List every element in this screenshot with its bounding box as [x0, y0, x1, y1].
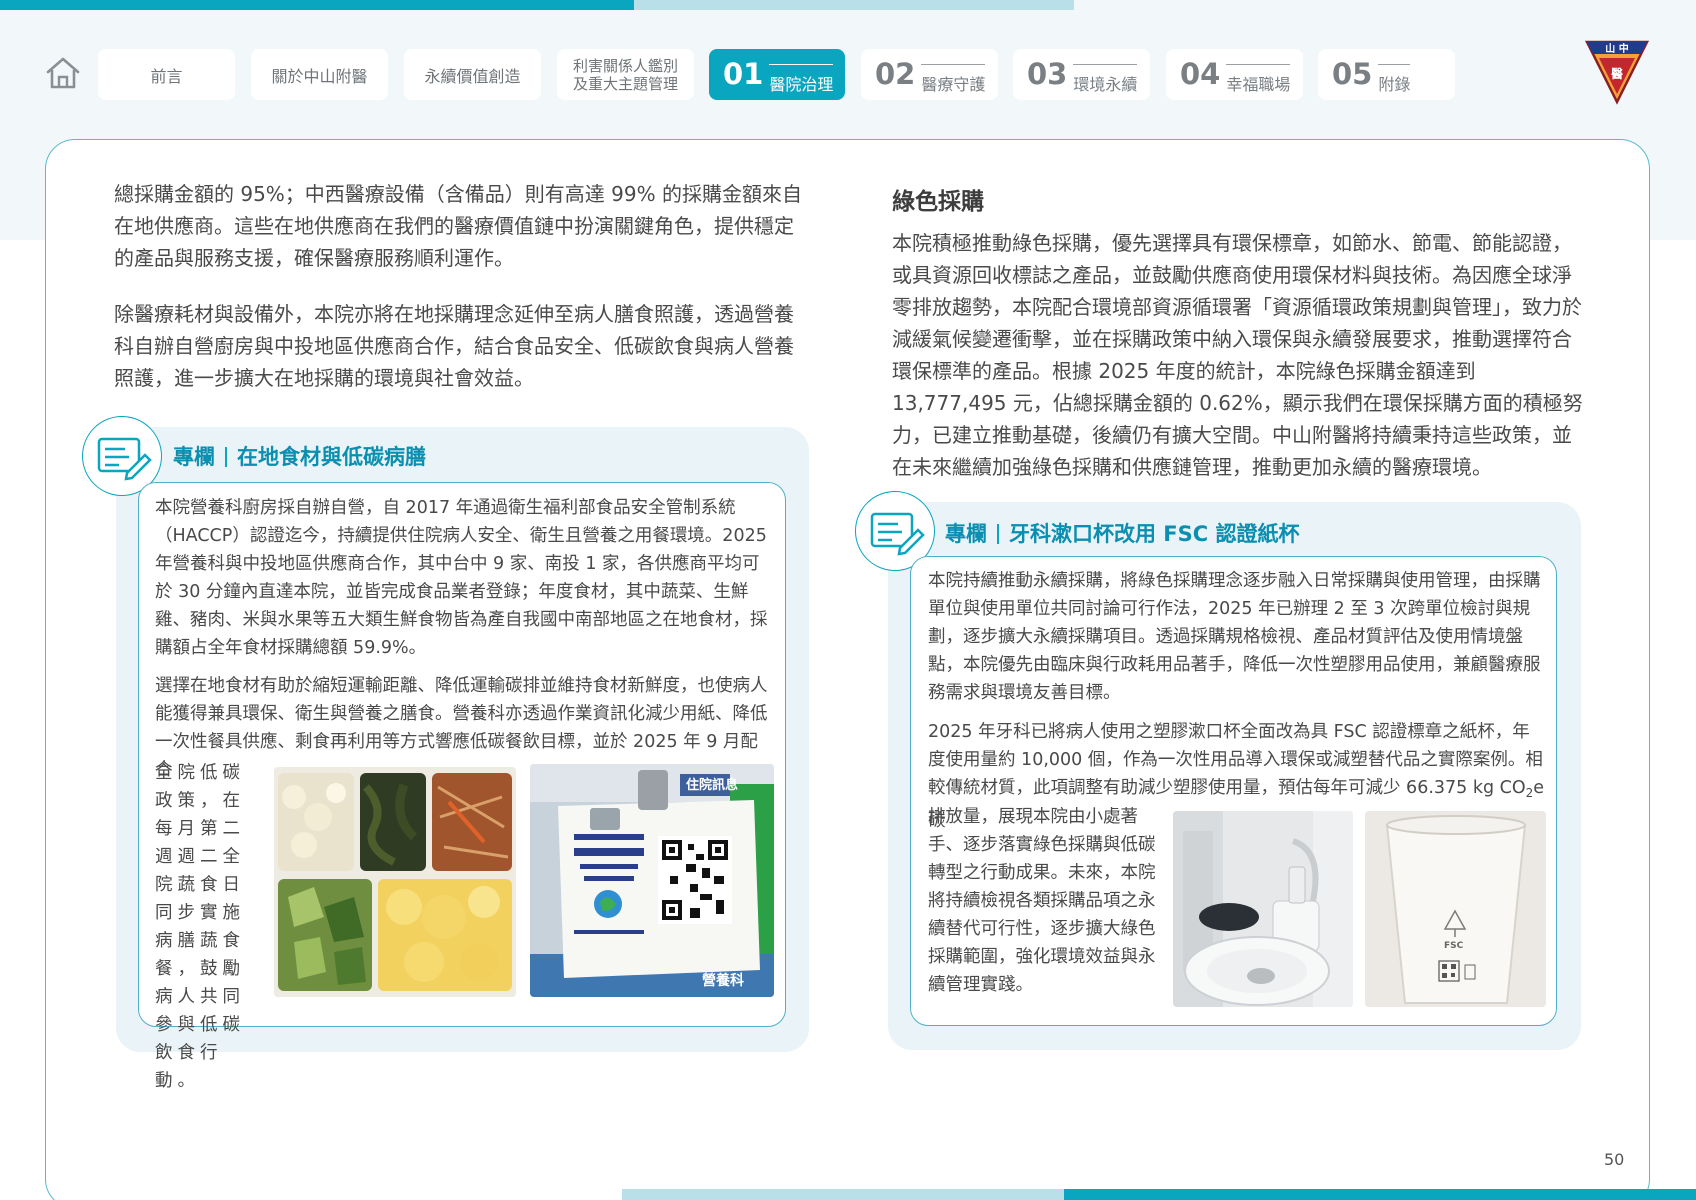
- tab-number: 03: [1027, 57, 1068, 91]
- fsc-label: FSC: [1444, 941, 1464, 951]
- tab-number: 05: [1332, 57, 1373, 91]
- meal-tray-image: [274, 767, 516, 997]
- right-paragraph-1: 本院積極推動綠色採購，優先選擇具有環保標章，如節水、節電、節能認證，或具資源回收…: [892, 231, 1583, 479]
- column-paragraph-2-continued: 全院低碳政策，在每月第二週週二全院蔬食日同步實施病膳蔬食餐，鼓勵病人共同參與低碳…: [155, 763, 245, 1091]
- paper-cup-image: [1365, 811, 1546, 1007]
- column-label: 專欄: [173, 445, 215, 469]
- section-title-green-procurement: 綠色採購: [892, 189, 984, 215]
- left-paragraph-2: 除醫療耗材與設備外，本院亦將在地採購理念延伸至病人膳食照護，透過營養科自辦自營廚…: [114, 302, 794, 390]
- top-accent-bar-light: [634, 0, 1074, 10]
- dental-unit-image: [1173, 811, 1353, 1007]
- page-number: 50: [1604, 1150, 1625, 1169]
- bottom-accent-bar: [1064, 1189, 1696, 1200]
- photo-vegetarian-meal: [274, 767, 516, 997]
- column-title: 在地食材與低碳病膳: [237, 445, 426, 469]
- poster-image: [530, 764, 774, 997]
- photo-low-carbon-poster: 住院訊息 營養科: [530, 764, 774, 997]
- tab-environment[interactable]: 03 環境永續: [1013, 49, 1150, 100]
- tab-label: 關於中山附醫: [271, 66, 368, 86]
- hospital-logo[interactable]: 山 中 醫: [1584, 36, 1650, 106]
- tab-medical-care[interactable]: 02 醫療守護: [861, 49, 998, 100]
- tab-preface[interactable]: 前言: [98, 49, 235, 100]
- poster-sign-text: 住院訊息: [686, 778, 739, 793]
- tab-label: 利害關係人鑑別 及重大主題管理: [572, 56, 678, 93]
- bottom-accent-bar-light: [622, 1189, 1064, 1200]
- svg-text:醫: 醫: [1611, 67, 1623, 81]
- tab-about[interactable]: 關於中山附醫: [251, 49, 388, 100]
- heading-separator: [997, 524, 999, 544]
- column-heading: 專欄 在地食材與低碳病膳: [173, 441, 426, 471]
- photo-fsc-paper-cup: FSC: [1365, 811, 1546, 1007]
- column-paragraph-1: 本院營養科廚房採自辦自營，自 2017 年通過衛生福利部食品安全管制系統（HAC…: [155, 498, 768, 658]
- tab-value-creation[interactable]: 永續價值創造: [404, 49, 541, 100]
- heading-separator: [225, 447, 227, 467]
- tab-label: 前言: [150, 66, 183, 86]
- tab-label: 醫療守護: [921, 64, 986, 95]
- tab-number: 02: [875, 57, 916, 91]
- column-title: 牙科漱口杯改用 FSC 認證紙杯: [1009, 522, 1300, 546]
- column-label: 專欄: [945, 522, 987, 546]
- tab-governance[interactable]: 01 醫院治理: [709, 49, 845, 100]
- column-paragraph-3: 排放量，展現本院由小處著手、逐步落實綠色採購與低碳轉型之行動成果。未來，本院將持…: [928, 807, 1156, 995]
- tab-appendix[interactable]: 05 附錄: [1318, 49, 1455, 100]
- tab-label: 幸福職場: [1226, 64, 1291, 95]
- left-paragraph-1: 總採購金額的 95%；中西醫療設備（含備品）則有高達 99% 的採購金額來自在地…: [114, 182, 802, 270]
- poster-dept-label: 營養科: [702, 973, 744, 989]
- tab-label: 醫院治理: [769, 64, 834, 95]
- tab-number: 01: [723, 57, 764, 91]
- home-icon[interactable]: [44, 54, 82, 92]
- tab-label: 永續價值創造: [424, 66, 521, 86]
- tab-stakeholders[interactable]: 利害關係人鑑別 及重大主題管理: [557, 49, 694, 100]
- tab-label: 附錄: [1378, 64, 1411, 95]
- tab-workplace[interactable]: 04 幸福職場: [1166, 49, 1303, 100]
- svg-text:山 中: 山 中: [1605, 42, 1628, 55]
- column-paragraph-2-text: 2025 年牙科已將病人使用之塑膠漱口杯全面改為具 FSC 認證標章之紙杯，年度…: [928, 722, 1543, 798]
- top-accent-bar: [0, 0, 634, 10]
- photo-dental-unit: [1173, 811, 1353, 1007]
- column-heading: 專欄 牙科漱口杯改用 FSC 認證紙杯: [945, 518, 1300, 548]
- tab-label: 環境永續: [1073, 64, 1138, 95]
- column-paragraph-1: 本院持續推動永續採購，將綠色採購理念逐步融入日常採購與使用管理，由採購單位與使用…: [928, 571, 1541, 703]
- tab-number: 04: [1180, 57, 1221, 91]
